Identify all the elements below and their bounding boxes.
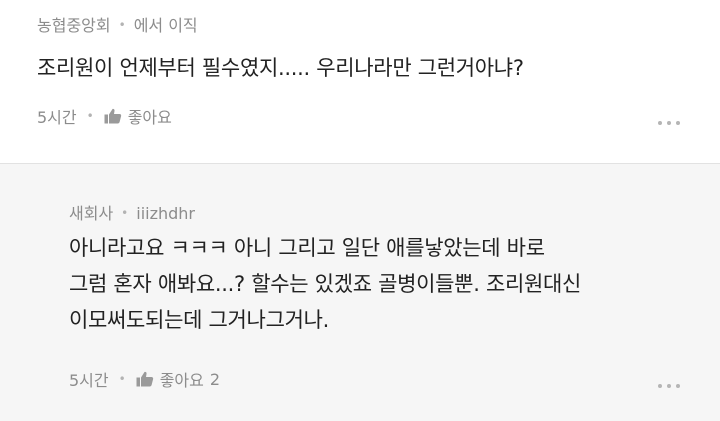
like-button[interactable]: 좋아요 2 [136,367,220,391]
reply-comment: 새회사 • iiizhdhr 아니라고요 ㅋㅋㅋ 아니 그리고 일단 애를낳았는데 … [0,164,720,421]
timestamp: 5시간 [37,108,77,127]
separator-dot: • [118,18,126,32]
comment-text-line: 그럼 혼자 애봐요...? 할수는 있겠죠 골병이들뿐. 조리원대신 [69,272,582,296]
separator-dot: • [118,372,126,386]
comment-text-line: 아니라고요 ㅋㅋㅋ 아니 그리고 일단 애를낳았는데 바로 [69,236,545,260]
like-count: 2 [209,369,221,389]
thumbs-up-icon [136,371,153,387]
comment-text: 조리원이 언제부터 필수였지..... 우리나라만 그런거아냐? [37,56,524,80]
like-button[interactable]: 좋아요 [104,104,172,128]
author-name[interactable]: 농협중앙회 [37,16,111,35]
comment-header: 농협중앙회 • 에서 이직 [37,12,198,36]
comment-footer: 5시간 • 좋아요 [37,104,172,128]
author-handle: iiizhdhr [136,204,195,223]
like-label: 좋아요 [127,108,172,127]
separator-dot: • [121,206,129,220]
comment-footer: 5시간 • 좋아요 2 [69,367,220,391]
comment-text-line: 이모써도되는데 그거나그거나. [69,308,330,332]
more-options-icon[interactable] [658,121,680,125]
author-name[interactable]: 새회사 [69,204,113,223]
separator-dot: • [86,109,94,123]
more-options-icon[interactable] [658,384,680,388]
comment-header: 새회사 • iiizhdhr [69,200,195,224]
comment-text: 아니라고요 ㅋㅋㅋ 아니 그리고 일단 애를낳았는데 바로 그럼 혼자 애봐요.… [69,230,581,338]
timestamp: 5시간 [69,371,109,390]
author-affiliation: 에서 이직 [133,16,198,35]
comment: 농협중앙회 • 에서 이직 조리원이 언제부터 필수였지..... 우리나라만 그런… [0,0,720,163]
like-label: 좋아요 [159,371,204,390]
thumbs-up-icon [104,108,121,124]
